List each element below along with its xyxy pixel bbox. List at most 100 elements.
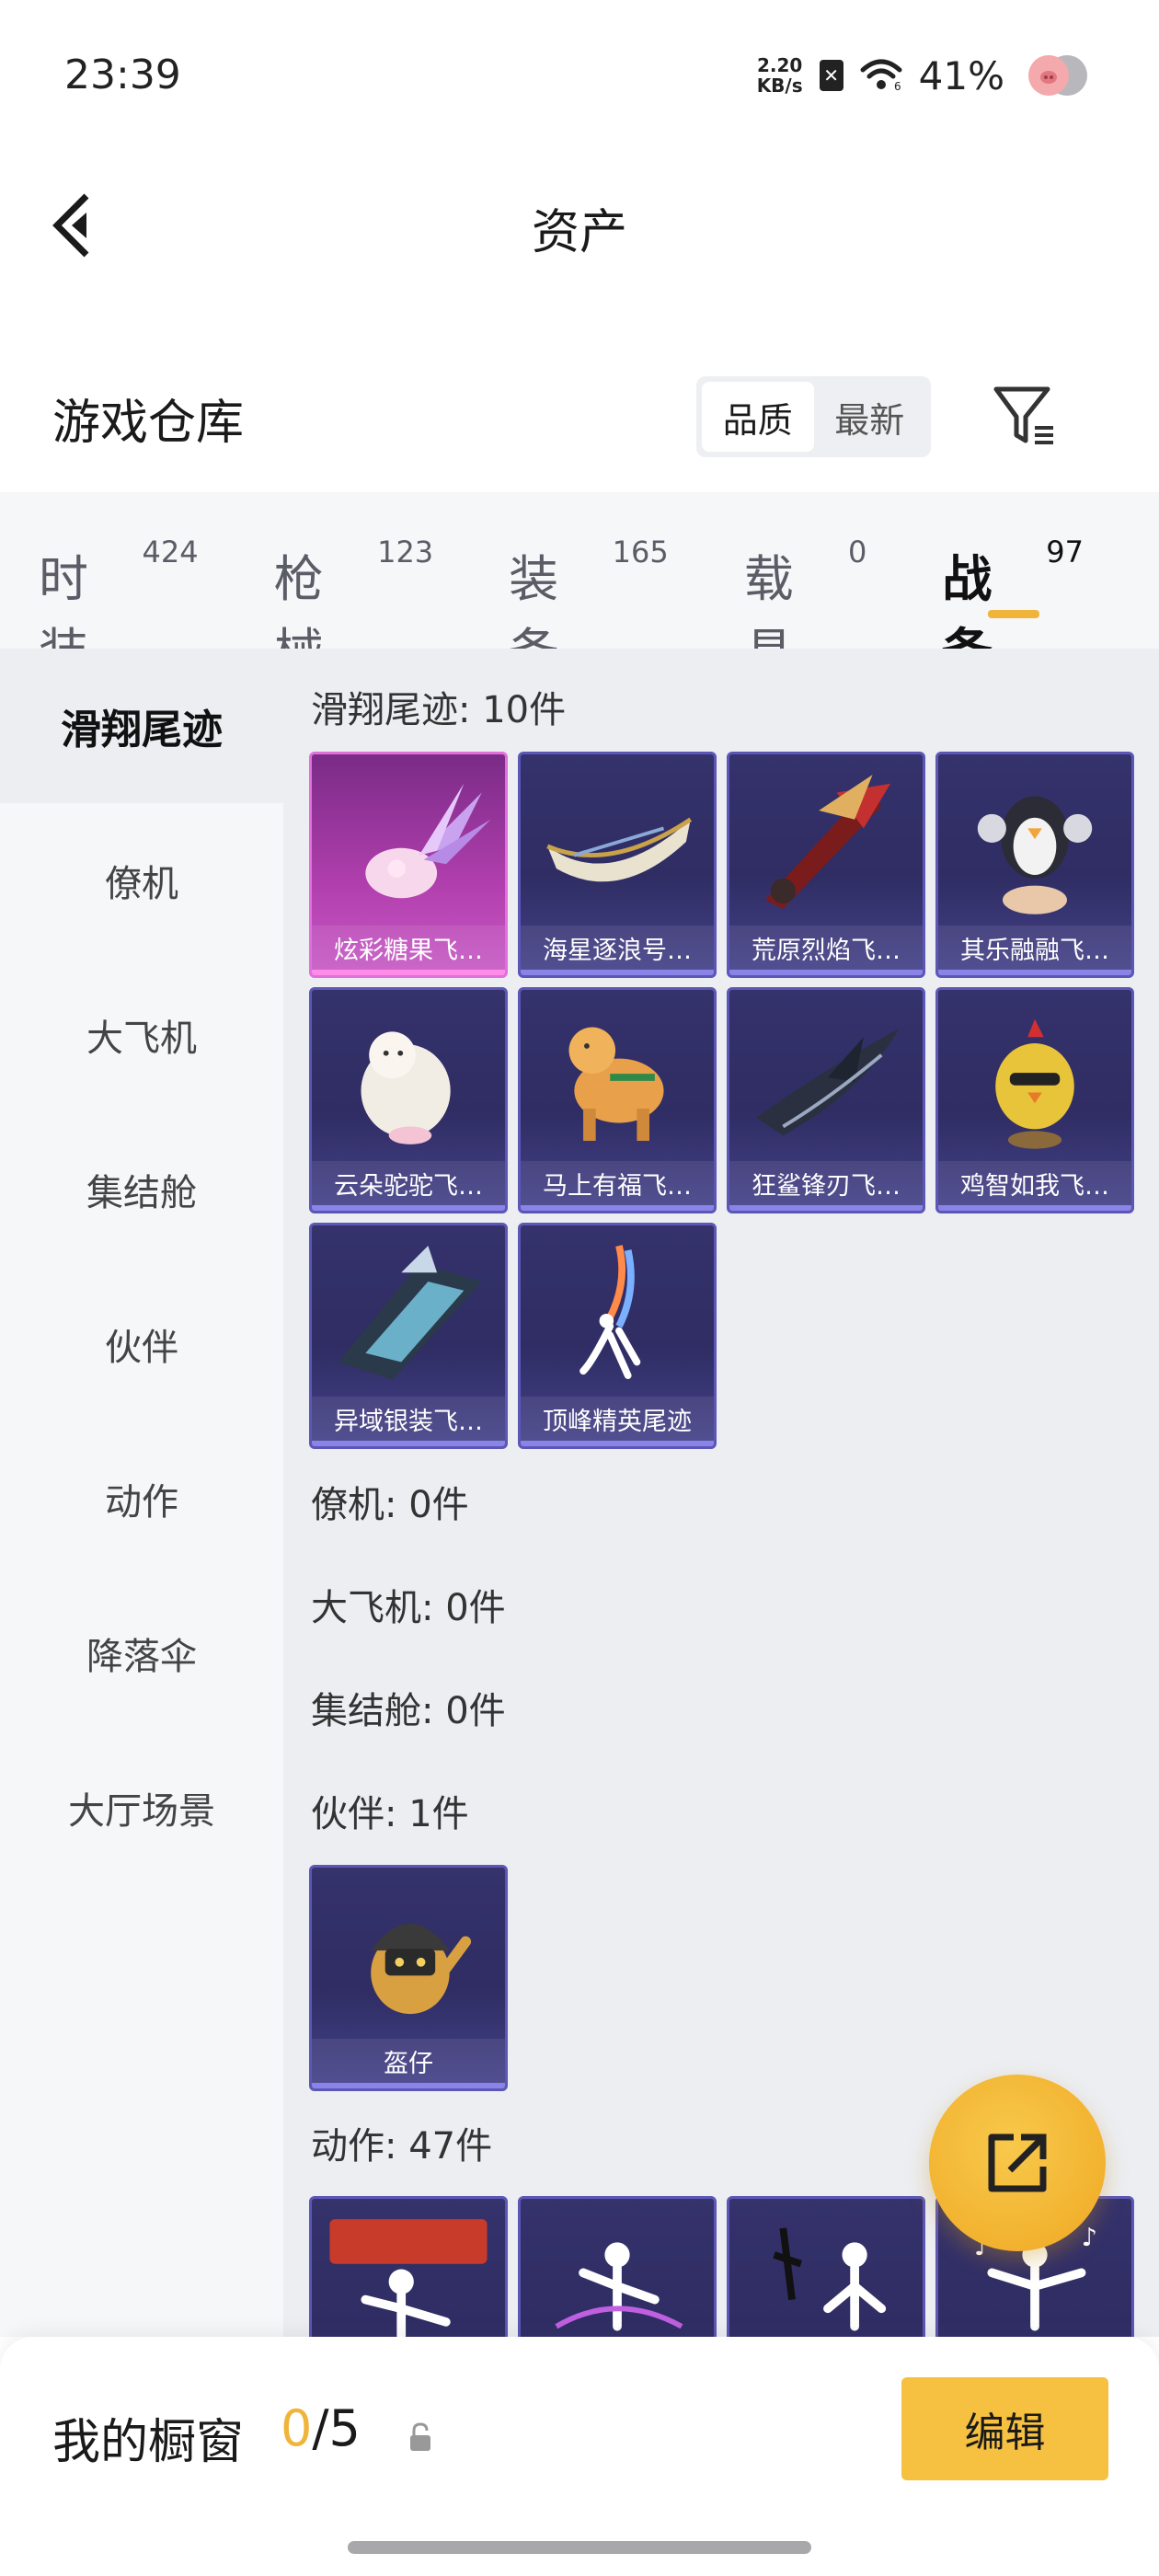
rarity-bar xyxy=(938,1205,1131,1211)
showcase-used: 0 xyxy=(281,2399,313,2457)
sidebar-item-plane[interactable]: 大飞机 xyxy=(0,958,283,1112)
tab-count: 165 xyxy=(612,535,669,569)
candy-glider-art xyxy=(365,783,491,899)
no-sim-icon: ✕ xyxy=(819,60,843,91)
svg-text:6: 6 xyxy=(894,80,901,92)
rarity-bar xyxy=(312,1441,505,1446)
page-title: 资产 xyxy=(531,205,627,260)
emote-card[interactable] xyxy=(727,2196,925,2337)
item-card[interactable]: 盔仔 xyxy=(309,1865,508,2091)
category-tabs: 时装 424 枪械 123 装备 165 载具 0 战备 97 xyxy=(0,492,1159,681)
active-tab-indicator xyxy=(988,610,1040,618)
item-name: 云朵驼驼飞… xyxy=(312,1161,505,1205)
showcase-label: 我的橱窗 xyxy=(52,2415,245,2470)
sidebar-item-emote[interactable]: 动作 xyxy=(0,1421,283,1576)
warehouse-row: 游戏仓库 品质 最新 xyxy=(0,363,1159,474)
status-time: 23:39 xyxy=(64,52,181,98)
net-speed: 2.20 KB/s xyxy=(757,55,803,96)
svg-text:♪: ♪ xyxy=(1082,2224,1097,2252)
tab-count: 0 xyxy=(848,535,867,569)
emote-calligraphy-art xyxy=(773,2227,887,2331)
item-card[interactable]: 云朵驼驼飞… xyxy=(309,987,508,1213)
item-name: 盔仔 xyxy=(312,2039,505,2083)
sort-quality-button[interactable]: 品质 xyxy=(702,382,814,452)
net-speed-value: 2.20 xyxy=(756,54,803,76)
tab-count: 123 xyxy=(377,535,434,569)
elite-trail-art xyxy=(580,1245,641,1379)
section-title-wingman: 僚机: 0件 xyxy=(311,1484,469,1526)
chicken-glider-art xyxy=(995,1018,1074,1149)
lock-icon xyxy=(410,2422,430,2451)
net-speed-unit: KB/s xyxy=(756,75,803,97)
shark-glider-art xyxy=(756,1028,900,1136)
boat-glider-art xyxy=(546,817,693,882)
battery-level: 41% xyxy=(918,52,1004,98)
top-header: 资产 xyxy=(0,152,1159,299)
sidebar-item-pod[interactable]: 集结舱 xyxy=(0,1112,283,1267)
home-indicator[interactable] xyxy=(348,2541,811,2554)
section-title-glide: 滑翔尾迹: 10件 xyxy=(311,689,567,731)
sort-toggle: 品质 最新 xyxy=(696,376,931,457)
sidebar: 滑翔尾迹 僚机 大飞机 集结舱 伙伴 动作 降落伞 大厅场景 xyxy=(0,649,283,2337)
flame-glider-art xyxy=(764,775,890,909)
showcase-total: /5 xyxy=(312,2399,361,2457)
rarity-bar xyxy=(312,1205,505,1211)
share-icon xyxy=(988,2133,1047,2192)
item-name: 马上有福飞… xyxy=(521,1161,714,1205)
item-name: 荒原烈焰飞… xyxy=(729,926,923,970)
item-name: 异域银装飞… xyxy=(312,1397,505,1441)
sidebar-item-glide-trail[interactable]: 滑翔尾迹 xyxy=(0,649,283,803)
rarity-bar xyxy=(938,970,1131,975)
section-title-emote: 动作: 47件 xyxy=(311,2125,493,2168)
item-name: 狂鲨锋刃飞… xyxy=(729,1161,923,1205)
alpaca-glider-art xyxy=(361,1031,451,1144)
showcase-bar: 我的橱窗 0/5 编辑 xyxy=(0,2337,1159,2576)
share-button[interactable] xyxy=(929,2075,1106,2251)
sidebar-item-lobby-scene[interactable]: 大厅场景 xyxy=(0,1731,283,1885)
silver-glider-art xyxy=(339,1246,482,1380)
wifi-icon: 6 xyxy=(860,59,902,92)
item-card[interactable]: 马上有福飞… xyxy=(518,987,717,1213)
pig-avatar-icon xyxy=(1028,55,1087,96)
sidebar-item-wingman[interactable]: 僚机 xyxy=(0,803,283,958)
emote-card[interactable] xyxy=(309,2196,508,2337)
penguin-glider-art xyxy=(977,796,1093,914)
rarity-bar xyxy=(521,1441,714,1446)
status-bar: 23:39 2.20 KB/s ✕ 6 41% xyxy=(0,0,1159,152)
item-card[interactable]: 荒原烈焰飞… xyxy=(727,752,925,978)
item-name: 鸡智如我飞… xyxy=(938,1161,1131,1205)
tab-count: 424 xyxy=(142,535,199,569)
filter-icon[interactable] xyxy=(989,380,1062,454)
edit-button[interactable]: 编辑 xyxy=(901,2377,1108,2480)
warehouse-title: 游戏仓库 xyxy=(52,396,245,451)
emote-spin-art xyxy=(555,2242,683,2331)
item-card[interactable]: 海星逐浪号… xyxy=(518,752,717,978)
sort-latest-button[interactable]: 最新 xyxy=(814,382,926,452)
sidebar-item-parachute[interactable]: 降落伞 xyxy=(0,1576,283,1731)
emote-dance-art xyxy=(329,2219,488,2337)
tab-count: 97 xyxy=(1046,535,1084,569)
rarity-bar xyxy=(521,970,714,975)
rarity-bar xyxy=(312,2083,505,2088)
item-card[interactable]: 炫彩糖果飞… xyxy=(309,752,508,978)
rarity-bar xyxy=(312,970,505,975)
item-name: 炫彩糖果飞… xyxy=(312,926,505,970)
item-card[interactable]: 顶峰精英尾迹 xyxy=(518,1223,717,1449)
rarity-bar xyxy=(521,1205,714,1211)
status-icons: 2.20 KB/s ✕ 6 41% xyxy=(757,48,1095,103)
item-card[interactable]: 鸡智如我飞… xyxy=(935,987,1134,1213)
horse-glider-art xyxy=(568,1027,664,1142)
section-title-pod: 集结舱: 0件 xyxy=(311,1690,506,1732)
rarity-bar xyxy=(729,970,923,975)
item-name: 海星逐浪号… xyxy=(521,926,714,970)
item-name: 顶峰精英尾迹 xyxy=(521,1397,714,1441)
helmet-chick-art xyxy=(371,1923,472,2015)
rarity-bar xyxy=(729,1205,923,1211)
item-card[interactable]: 狂鲨锋刃飞… xyxy=(727,987,925,1213)
item-card[interactable]: 其乐融融飞… xyxy=(935,752,1134,978)
showcase-count: 0/5 xyxy=(281,2399,361,2457)
emote-card[interactable] xyxy=(518,2196,717,2337)
sidebar-item-companion[interactable]: 伙伴 xyxy=(0,1267,283,1421)
item-card[interactable]: 异域银装飞… xyxy=(309,1223,508,1449)
section-title-plane: 大飞机: 0件 xyxy=(311,1587,506,1629)
